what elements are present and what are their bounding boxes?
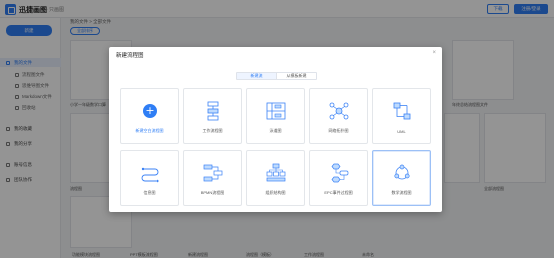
close-icon[interactable]: ×	[432, 50, 436, 56]
cycle-icon	[394, 164, 410, 180]
tile-workflow[interactable]: 工作流程图	[183, 88, 242, 144]
workflow-icon	[207, 101, 219, 121]
tile-label: UML	[397, 129, 406, 134]
tile-cycle[interactable]: 数学流程图	[372, 150, 431, 206]
bpmn-icon	[203, 164, 223, 182]
new-flowchart-dialog: 新建流程图 × 新建流 从模板新建 + 新建空白流程图 工作流程图 泳道图 网络…	[109, 47, 442, 212]
tile-uml[interactable]: UML	[372, 88, 431, 144]
dialog-tabs: 新建流 从模板新建	[236, 72, 317, 80]
org-chart-icon	[266, 163, 286, 182]
tile-label: 数学流程图	[391, 190, 412, 195]
tab-new-blank[interactable]: 新建流	[237, 73, 277, 79]
dialog-title: 新建流程图	[116, 53, 144, 59]
tile-label: 信息图	[143, 190, 156, 195]
swimlane-icon	[266, 102, 286, 120]
tile-swimlane[interactable]: 泳道图	[246, 88, 305, 144]
tile-bpmn[interactable]: BPMN流程图	[183, 150, 242, 206]
tile-org-chart[interactable]: 组织结构图	[246, 150, 305, 206]
uml-icon	[393, 102, 411, 120]
tile-label: 泳道图	[269, 128, 282, 133]
tab-from-template[interactable]: 从模板新建	[277, 73, 316, 79]
tile-info-graph[interactable]: 信息图	[120, 150, 179, 206]
tile-network-topology[interactable]: 网络拓扑图	[309, 88, 368, 144]
network-topology-icon	[329, 102, 349, 120]
tile-epc[interactable]: EPC事件过程图	[309, 150, 368, 206]
tile-label: 工作流程图	[202, 128, 223, 133]
tile-label: 网络拓扑图	[328, 128, 349, 133]
tile-label: 组织结构图	[265, 190, 286, 195]
tile-label: 新建空白流程图	[135, 128, 164, 133]
tile-label: BPMN流程图	[200, 190, 225, 195]
tile-new-blank[interactable]: + 新建空白流程图	[120, 88, 179, 144]
info-graph-icon	[141, 167, 159, 183]
tile-label: EPC事件过程图	[324, 190, 353, 195]
plus-icon: +	[143, 104, 157, 118]
epc-icon	[331, 163, 349, 183]
